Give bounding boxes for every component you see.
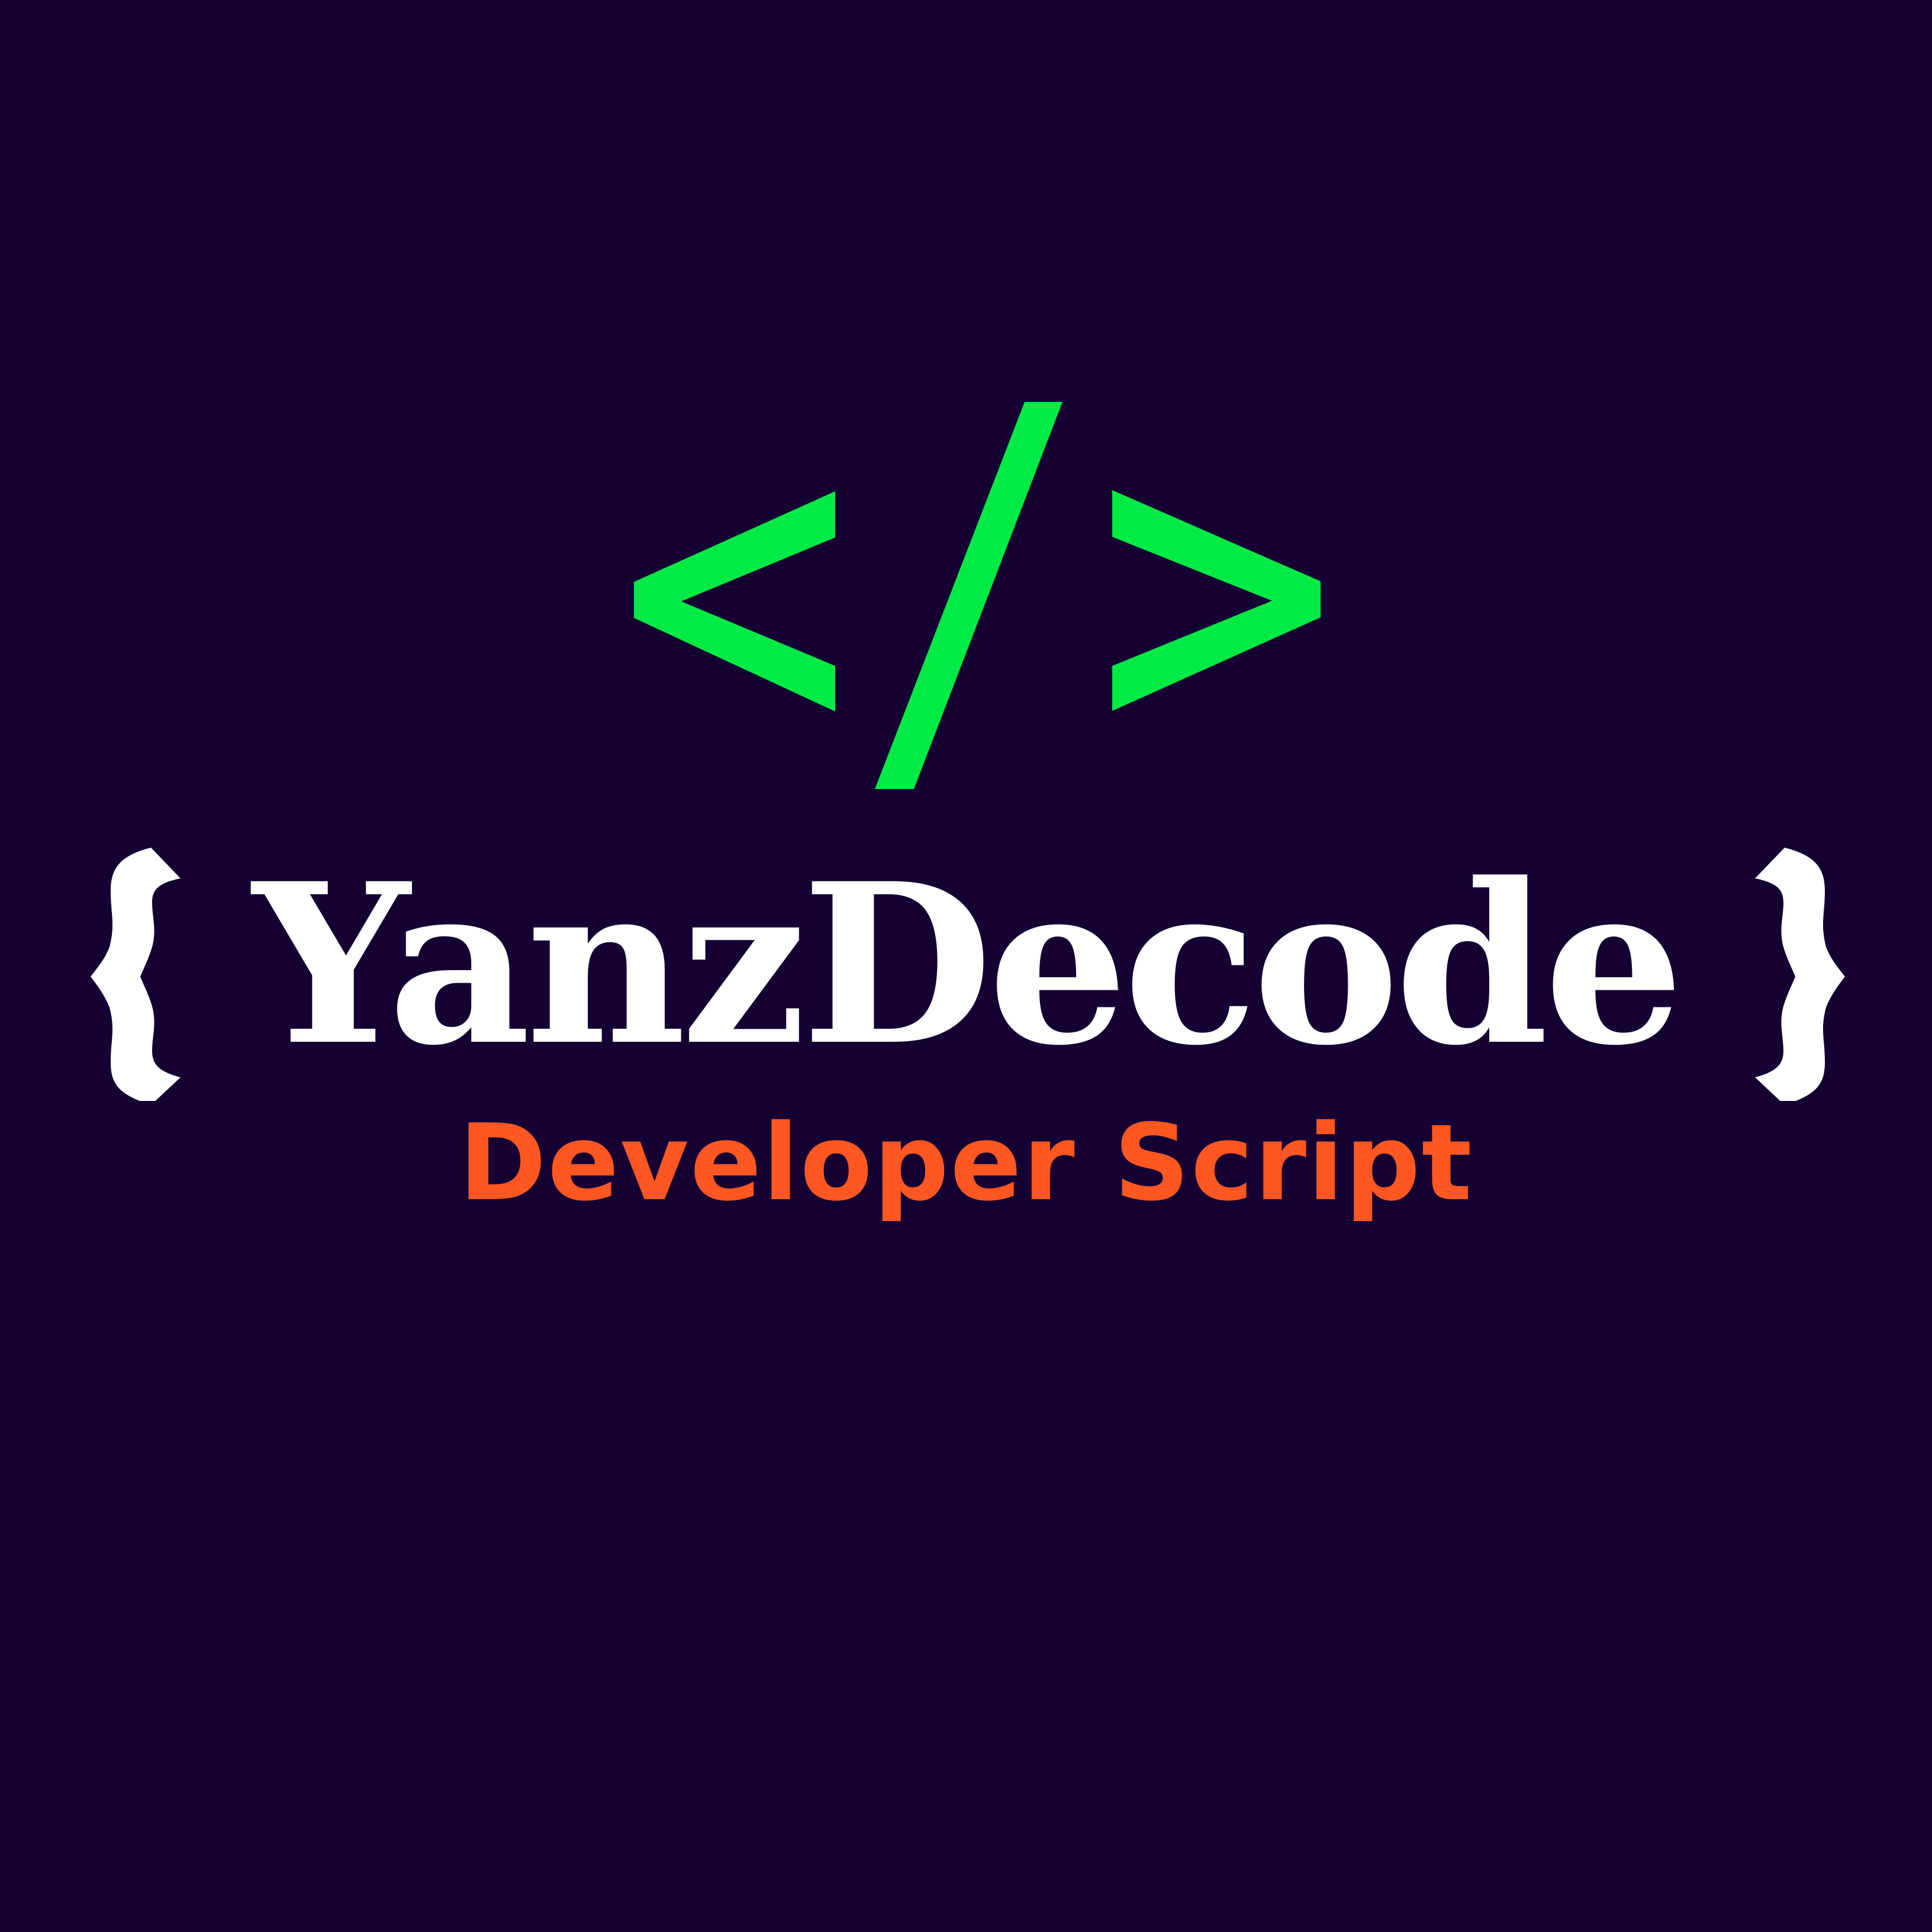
left-curly-brace bbox=[91, 848, 181, 1101]
forward-slash bbox=[875, 402, 1062, 789]
wordmark: YanzDecode bbox=[0, 829, 1932, 1113]
logo-canvas: YanzDecode Developer Script bbox=[0, 0, 1932, 1932]
right-angle-bracket bbox=[1112, 490, 1321, 711]
left-angle-bracket bbox=[634, 491, 835, 711]
right-curly-brace bbox=[1755, 848, 1845, 1101]
code-slash-icon bbox=[634, 402, 1321, 789]
tagline: Developer Script bbox=[459, 1102, 1473, 1224]
brand-name: YanzDecode bbox=[252, 835, 1684, 1094]
